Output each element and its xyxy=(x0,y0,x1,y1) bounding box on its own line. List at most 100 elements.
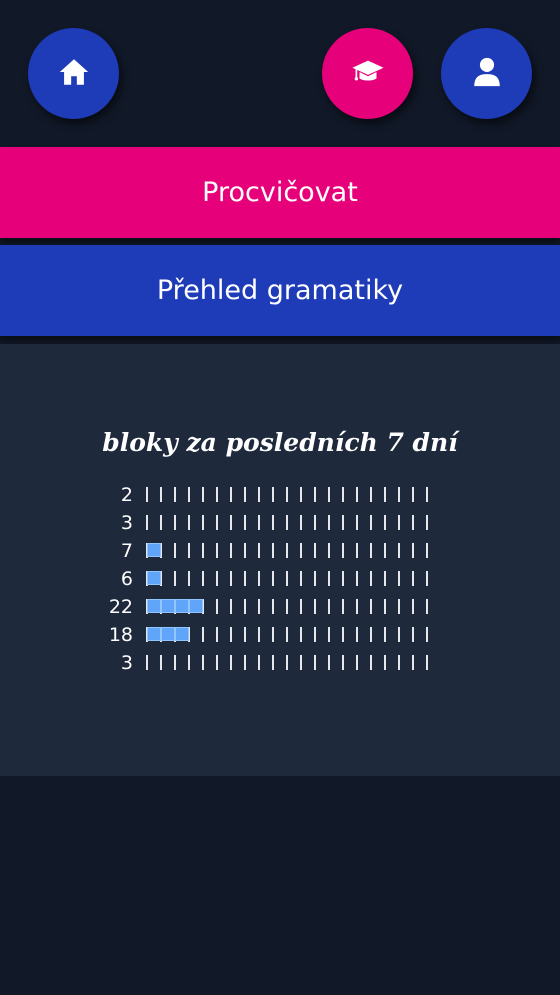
row-count-label: 18 xyxy=(108,624,133,646)
tick-mark xyxy=(258,487,260,502)
tick-mark xyxy=(356,599,358,614)
tick-mark xyxy=(328,487,330,502)
row-ticks xyxy=(146,543,436,559)
filled-block xyxy=(161,599,175,613)
tick-mark xyxy=(370,571,372,586)
chart-row: 3 xyxy=(100,512,440,534)
tick-mark xyxy=(244,571,246,586)
tick-mark xyxy=(314,515,316,530)
tick-mark xyxy=(426,487,428,502)
tick-mark xyxy=(188,571,190,586)
row-count-label: 22 xyxy=(108,596,133,618)
tick-mark xyxy=(328,543,330,558)
tick-mark xyxy=(356,487,358,502)
tick-mark xyxy=(426,627,428,642)
home-button[interactable] xyxy=(28,28,119,119)
tick-mark xyxy=(244,627,246,642)
tick-mark xyxy=(398,571,400,586)
tick-mark xyxy=(258,515,260,530)
tick-mark xyxy=(230,515,232,530)
tick-mark xyxy=(258,571,260,586)
chart-row: 3 xyxy=(100,652,440,674)
tick-mark xyxy=(342,487,344,502)
tick-mark xyxy=(384,655,386,670)
graduation-cap-icon xyxy=(351,55,385,93)
tick-mark xyxy=(314,599,316,614)
tick-mark xyxy=(398,487,400,502)
tick-mark xyxy=(356,515,358,530)
profile-button[interactable] xyxy=(441,28,532,119)
tick-mark xyxy=(202,627,204,642)
tick-mark xyxy=(160,655,162,670)
grammar-overview-button[interactable]: Přehled gramatiky xyxy=(0,245,560,336)
tick-mark xyxy=(286,571,288,586)
row-ticks xyxy=(146,627,436,643)
tick-mark xyxy=(216,655,218,670)
tick-mark xyxy=(412,515,414,530)
row-count-label: 6 xyxy=(120,568,133,590)
tick-mark xyxy=(216,627,218,642)
tick-mark xyxy=(300,487,302,502)
tick-mark xyxy=(230,487,232,502)
row-ticks xyxy=(146,487,436,503)
chart-title: bloky za posledních 7 dní xyxy=(102,428,458,457)
tick-mark xyxy=(356,543,358,558)
tick-mark xyxy=(202,543,204,558)
tick-mark xyxy=(202,487,204,502)
tick-mark xyxy=(398,655,400,670)
tick-mark xyxy=(286,599,288,614)
tick-mark xyxy=(272,599,274,614)
tick-mark xyxy=(398,627,400,642)
tick-mark xyxy=(146,655,148,670)
tick-mark xyxy=(370,487,372,502)
tick-mark xyxy=(300,515,302,530)
tick-mark xyxy=(244,655,246,670)
tick-mark xyxy=(160,515,162,530)
tick-mark xyxy=(258,655,260,670)
tick-mark xyxy=(258,543,260,558)
tick-mark xyxy=(384,543,386,558)
chart-row: 7 xyxy=(100,540,440,562)
chart-row: 18 xyxy=(100,624,440,646)
tick-mark xyxy=(412,655,414,670)
row-count-label: 3 xyxy=(120,652,133,674)
practice-button[interactable]: Procvičovat xyxy=(0,147,560,238)
tick-mark xyxy=(272,655,274,670)
tick-mark xyxy=(314,571,316,586)
tick-mark xyxy=(384,487,386,502)
row-ticks xyxy=(146,655,436,671)
tick-mark xyxy=(412,543,414,558)
tick-mark xyxy=(342,627,344,642)
tick-mark xyxy=(216,515,218,530)
tick-mark xyxy=(272,543,274,558)
tick-mark xyxy=(328,515,330,530)
tick-mark xyxy=(272,571,274,586)
filled-block xyxy=(147,599,161,613)
tick-mark xyxy=(314,627,316,642)
tick-mark xyxy=(426,543,428,558)
tick-mark xyxy=(426,599,428,614)
tick-mark xyxy=(370,627,372,642)
tick-mark xyxy=(174,571,176,586)
filled-block xyxy=(161,627,175,641)
tick-mark xyxy=(412,571,414,586)
filled-block xyxy=(147,627,161,641)
blocks-chart: 2 3 7 6 22 18 3 xyxy=(100,484,440,684)
tick-mark xyxy=(272,515,274,530)
tick-mark xyxy=(244,599,246,614)
tick-mark xyxy=(258,599,260,614)
tick-mark xyxy=(412,599,414,614)
practice-mode-button[interactable] xyxy=(322,28,413,119)
tick-mark xyxy=(244,515,246,530)
tick-mark xyxy=(356,655,358,670)
tick-mark xyxy=(328,627,330,642)
tick-mark xyxy=(230,655,232,670)
filled-block xyxy=(189,599,203,613)
tick-mark xyxy=(188,515,190,530)
chart-row: 6 xyxy=(100,568,440,590)
stats-panel: bloky za posledních 7 dní 2 3 7 6 22 18 3 xyxy=(0,344,560,776)
filled-block xyxy=(175,627,189,641)
tick-mark xyxy=(258,627,260,642)
tick-mark xyxy=(342,599,344,614)
row-count-label: 7 xyxy=(120,540,133,562)
